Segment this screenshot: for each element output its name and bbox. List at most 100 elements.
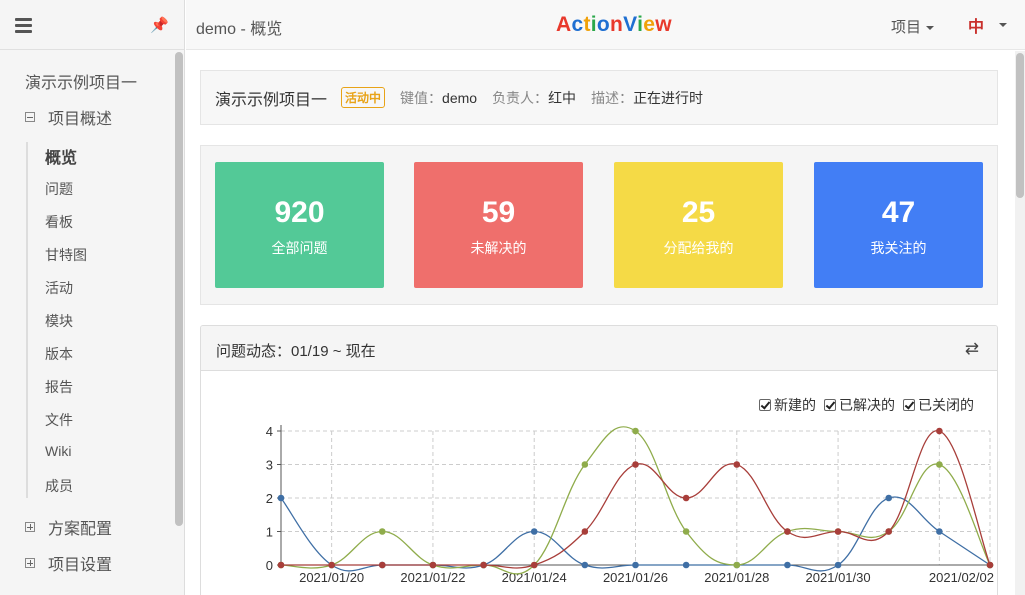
status-badge: 活动中 (341, 87, 385, 108)
series-point-2 (987, 562, 994, 569)
series-point-0 (936, 528, 943, 535)
series-point-2 (379, 562, 386, 569)
y-tick-label: 1 (266, 525, 273, 540)
stat-card-unresolved[interactable]: 59 未解决的 (414, 162, 583, 288)
series-point-2 (632, 461, 639, 468)
sidebar-header: 📌 (0, 0, 184, 50)
series-point-0 (278, 495, 285, 502)
issue-trend-chart: 012342021/01/202021/01/222021/01/242021/… (201, 326, 998, 595)
series-point-2 (328, 562, 335, 569)
sidebar-item-10[interactable]: 成员 (45, 476, 73, 496)
series-point-1 (683, 528, 690, 535)
sidebar-group-label: 项目概述 (48, 105, 112, 129)
menu-icon[interactable] (15, 18, 32, 36)
sidebar-item-4[interactable]: 活动 (45, 278, 73, 298)
sidebar-item-8[interactable]: 文件 (45, 410, 73, 430)
stats-panel: 920 全部问题 59 未解决的 25 分配给我的 47 我关注的 (200, 145, 998, 305)
series-point-0 (835, 562, 842, 569)
series-point-2 (683, 495, 690, 502)
series-point-0 (582, 562, 589, 569)
sidebar-group-overview[interactable]: 项目概述 (25, 105, 112, 129)
series-point-1 (582, 461, 589, 468)
expand-icon (25, 558, 35, 568)
series-point-0 (531, 528, 538, 535)
sidebar-scrollbar[interactable] (175, 52, 183, 526)
x-tick-label: 2021/01/26 (603, 570, 668, 585)
y-tick-label: 2 (266, 491, 273, 506)
sidebar-group-scheme[interactable]: 方案配置 (25, 515, 112, 539)
avatar[interactable]: 中 (961, 11, 991, 39)
sidebar-item-7[interactable]: 报告 (45, 377, 73, 397)
series-point-0 (784, 562, 791, 569)
avatar-text: 中 (968, 13, 984, 37)
project-description: 描述：正在进行时 (591, 88, 703, 108)
project-owner: 负责人：红中 (492, 88, 576, 108)
series-point-1 (936, 461, 943, 468)
y-tick-label: 3 (266, 458, 273, 473)
stat-label: 全部问题 (215, 238, 384, 258)
sidebar-item-6[interactable]: 版本 (45, 344, 73, 364)
stat-value: 25 (614, 196, 783, 230)
sidebar-item-1[interactable]: 问题 (45, 179, 73, 199)
logo-letter: n (610, 13, 623, 36)
chevron-down-icon[interactable] (999, 23, 1007, 27)
x-tick-label: 2021/02/02 (929, 570, 994, 585)
logo-letter: e (643, 13, 655, 36)
expand-icon (25, 522, 35, 532)
logo-letter: A (556, 13, 571, 36)
x-tick-label: 2021/01/28 (704, 570, 769, 585)
stat-value: 59 (414, 196, 583, 230)
sidebar-item-2[interactable]: 看板 (45, 212, 73, 232)
owner-value: 红中 (548, 90, 576, 106)
top-header: demo - 概览 ActionView 项目 中 (186, 0, 1025, 50)
app-logo[interactable]: ActionView (556, 13, 672, 37)
series-point-2 (936, 428, 943, 435)
series-point-2 (531, 562, 538, 569)
series-point-2 (733, 461, 740, 468)
series-point-0 (885, 495, 892, 502)
series-point-1 (632, 428, 639, 435)
project-menu-label: 项目 (891, 19, 921, 36)
sidebar-project-name[interactable]: 演示示例项目一 (25, 69, 137, 93)
desc-label: 描述： (591, 90, 633, 106)
stat-label: 未解决的 (414, 238, 583, 258)
page-scrollbar[interactable] (1015, 51, 1025, 595)
logo-letter: o (597, 13, 610, 36)
stat-card-all[interactable]: 920 全部问题 (215, 162, 384, 288)
owner-label: 负责人： (492, 90, 548, 106)
x-tick-label: 2021/01/20 (299, 570, 364, 585)
sidebar-group-label: 方案配置 (48, 515, 112, 539)
series-point-1 (733, 562, 740, 569)
y-tick-label: 4 (266, 424, 273, 439)
logo-letter: w (655, 13, 672, 36)
series-point-2 (582, 528, 589, 535)
series-point-2 (430, 562, 437, 569)
sidebar: 📌 演示示例项目一 项目概述 概览问题看板甘特图活动模块版本报告文件 Wiki 成员… (0, 0, 185, 595)
series-point-2 (784, 528, 791, 535)
series-point-2 (480, 562, 487, 569)
logo-letter: V (623, 13, 637, 36)
desc-value: 正在进行时 (633, 90, 703, 106)
sidebar-item-3[interactable]: 甘特图 (45, 245, 87, 265)
x-tick-label: 2021/01/30 (806, 570, 871, 585)
stat-value: 920 (215, 196, 384, 230)
series-point-1 (379, 528, 386, 535)
logo-letter: c (571, 13, 583, 36)
breadcrumb: demo - 概览 (196, 15, 282, 39)
project-menu[interactable]: 项目 (891, 16, 934, 37)
series-point-0 (683, 562, 690, 569)
key-value: demo (442, 90, 477, 106)
sidebar-group-label: 项目设置 (48, 551, 112, 575)
stat-card-assigned[interactable]: 25 分配给我的 (614, 162, 783, 288)
sidebar-item-0[interactable]: 概览 (45, 144, 77, 168)
pin-icon[interactable]: 📌 (150, 16, 169, 34)
project-name: 演示示例项目一 (215, 86, 327, 110)
sidebar-item-9[interactable]: Wiki (45, 443, 71, 459)
sidebar-group-settings[interactable]: 项目设置 (25, 551, 112, 575)
stat-value: 47 (814, 196, 983, 230)
x-tick-label: 2021/01/24 (502, 570, 567, 585)
project-info-panel: 演示示例项目一 活动中 键值：demo 负责人：红中 描述：正在进行时 (200, 70, 998, 125)
series-point-0 (632, 562, 639, 569)
sidebar-item-5[interactable]: 模块 (45, 311, 73, 331)
stat-card-watching[interactable]: 47 我关注的 (814, 162, 983, 288)
